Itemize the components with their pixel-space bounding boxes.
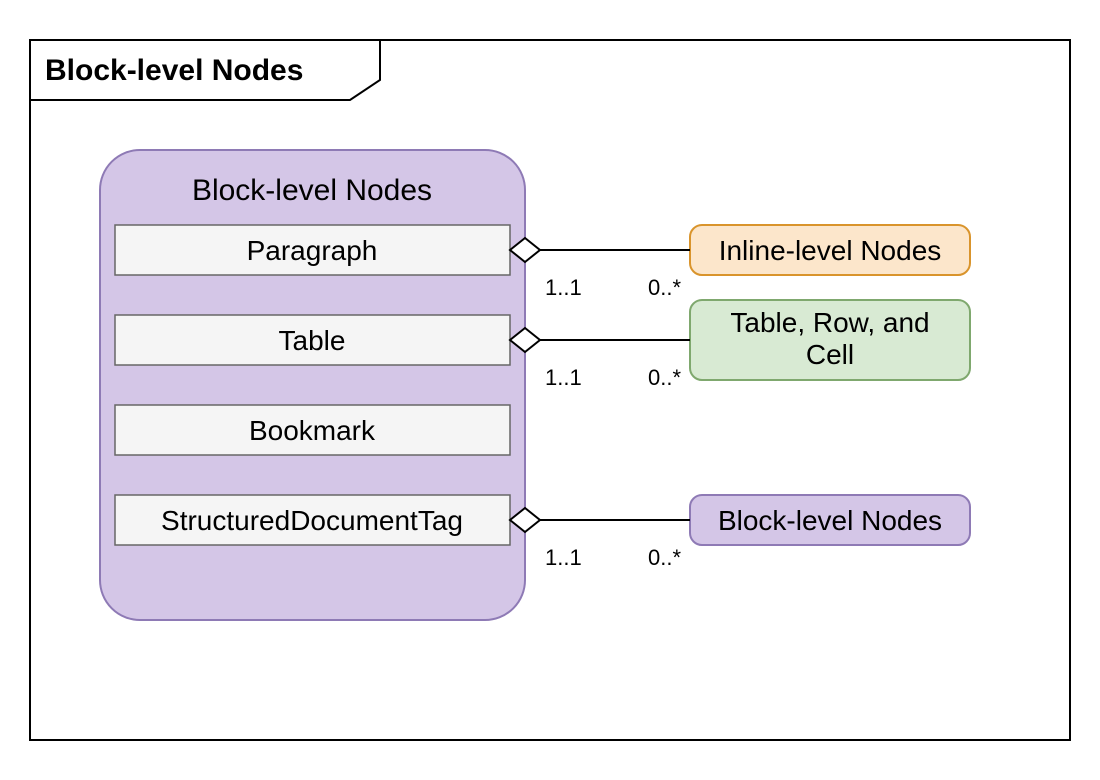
target-block-label: Block-level Nodes — [718, 505, 942, 536]
node-paragraph-label: Paragraph — [247, 235, 378, 266]
node-bookmark-label: Bookmark — [249, 415, 376, 446]
block-level-container: Block-level Nodes Paragraph Table Bookma… — [100, 150, 525, 620]
assoc-0-target-mult: 0..* — [648, 275, 681, 300]
frame-title: Block-level Nodes — [45, 54, 303, 87]
target-inline: Inline-level Nodes — [690, 225, 970, 275]
assoc-1-target-mult: 0..* — [648, 365, 681, 390]
assoc-2-source-mult: 1..1 — [545, 545, 582, 570]
target-inline-label: Inline-level Nodes — [719, 235, 942, 266]
assoc-1-source-mult: 1..1 — [545, 365, 582, 390]
node-table: Table — [115, 315, 510, 365]
target-block: Block-level Nodes — [690, 495, 970, 545]
target-table: Table, Row, and Cell — [690, 300, 970, 380]
target-table-label-line1: Table, Row, and — [730, 307, 929, 338]
assoc-0-source-mult: 1..1 — [545, 275, 582, 300]
node-sdt-label: StructuredDocumentTag — [161, 505, 463, 536]
node-table-label: Table — [279, 325, 346, 356]
container-title: Block-level Nodes — [192, 174, 432, 207]
node-paragraph: Paragraph — [115, 225, 510, 275]
assoc-2-target-mult: 0..* — [648, 545, 681, 570]
node-bookmark: Bookmark — [115, 405, 510, 455]
node-sdt: StructuredDocumentTag — [115, 495, 510, 545]
target-table-label-line2: Cell — [806, 339, 854, 370]
